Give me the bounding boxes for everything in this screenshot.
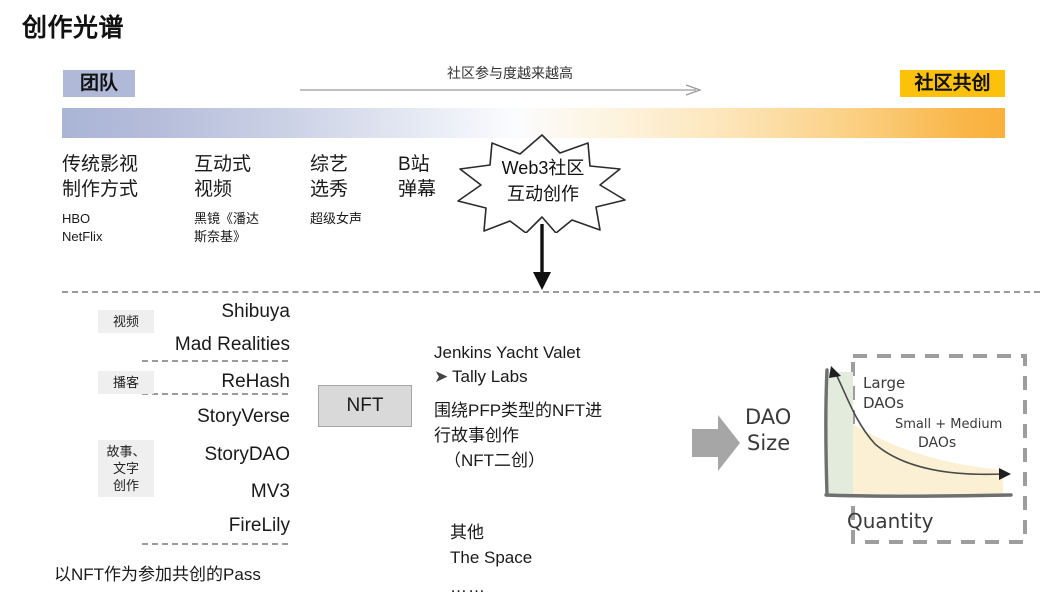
list-item: StoryDAO [204,444,290,465]
nft-other-item: The Space [450,548,533,567]
nft-description-line3: （NFT二创） [444,451,546,470]
nft-project-title: Jenkins Yacht Valet [434,343,581,362]
list-item: MV3 [250,481,290,502]
stage-title-line2: 选秀 [310,179,349,200]
stage-title-line1: 传统影视 [62,154,139,175]
dao-chart-large-label-line2: DAOs [863,394,904,412]
nft-pass-footnote: 以NFT作为参加共创的Pass [54,565,261,584]
starburst-label: Web3社区 互动创作 [468,155,618,207]
spectrum-arrow-icon [300,84,702,96]
slide-canvas: 创作光谱 团队 社区共创 社区参与度越来越高 传统影视 制作方式 HBO Net… [0,0,1058,601]
stage-examples: 超级女声 [310,211,363,226]
dao-size-quantity-chart: DAO Size Large DAOs Small + Medium DAOs … [745,354,1027,544]
dao-chart-small-label-line2: DAOs [918,435,956,451]
spectrum-axis-label: 社区参与度越来越高 [447,65,573,81]
list-item: Mad Realities [174,334,290,355]
stage-title-line2: 视频 [194,179,233,200]
stage-title-line1: B站 [398,154,430,175]
nft-bullet-label: Tally Labs [452,367,528,386]
stage-title-line1: 互动式 [194,154,252,175]
nft-detail-column: Jenkins Yacht Valet ➤ Tally Labs 围绕PFP类型的… [434,341,664,473]
nft-description: 围绕PFP类型的NFT进 行故事创作 （NFT二创） [434,398,664,473]
bullet-arrow-icon: ➤ [434,367,449,386]
stage-examples: 黑镜《潘达 斯奈基》 [194,211,260,244]
stage-title-line1: 综艺 [310,154,349,175]
dao-chart-ylabel-line1: DAO [745,405,791,429]
section-divider [62,291,1040,293]
down-arrow-icon [533,224,551,290]
list-item: FireLily [228,515,290,536]
spectrum-right-badge: 社区共创 [900,70,1005,97]
nft-bullet-item: ➤ Tally Labs [434,364,664,389]
nft-description-line2: 行故事创作 [434,426,519,445]
stage-column-1: 互动式 视频 黑镜《潘达 斯奈基》 [194,152,314,246]
dao-chart-ylabel-line2: Size [747,431,790,455]
spectrum-left-badge: 团队 [63,70,135,97]
stage-title-line2: 制作方式 [62,179,139,200]
stage-title-line2: 弹幕 [398,179,437,200]
dao-chart-small-label-line1: Small + Medium [895,417,1002,432]
starburst-line1: Web3社区 [501,158,585,178]
dao-chart-xlabel: Quantity [847,509,934,533]
nft-other-group: 其他 The Space …… [450,520,532,599]
dao-chart-large-label-line1: Large [863,374,905,392]
list-divider-a [142,360,288,362]
list-item: ReHash [221,371,290,392]
nft-label-box: NFT [318,385,412,427]
list-divider-c [142,543,288,545]
list-item: Shibuya [221,301,290,322]
nft-other-label: 其他 [450,523,484,542]
nft-description-line1: 围绕PFP类型的NFT进 [434,401,603,420]
nft-other-ellipsis: …… [450,577,486,596]
block-arrow-icon [692,415,740,471]
stage-column-0: 传统影视 制作方式 HBO NetFlix [62,152,192,246]
list-item: StoryVerse [197,406,290,427]
starburst-line2: 互动创作 [507,184,579,204]
stage-column-2: 综艺 选秀 超级女声 [310,152,400,228]
page-title: 创作光谱 [22,14,125,42]
stage-examples: HBO NetFlix [62,211,103,244]
